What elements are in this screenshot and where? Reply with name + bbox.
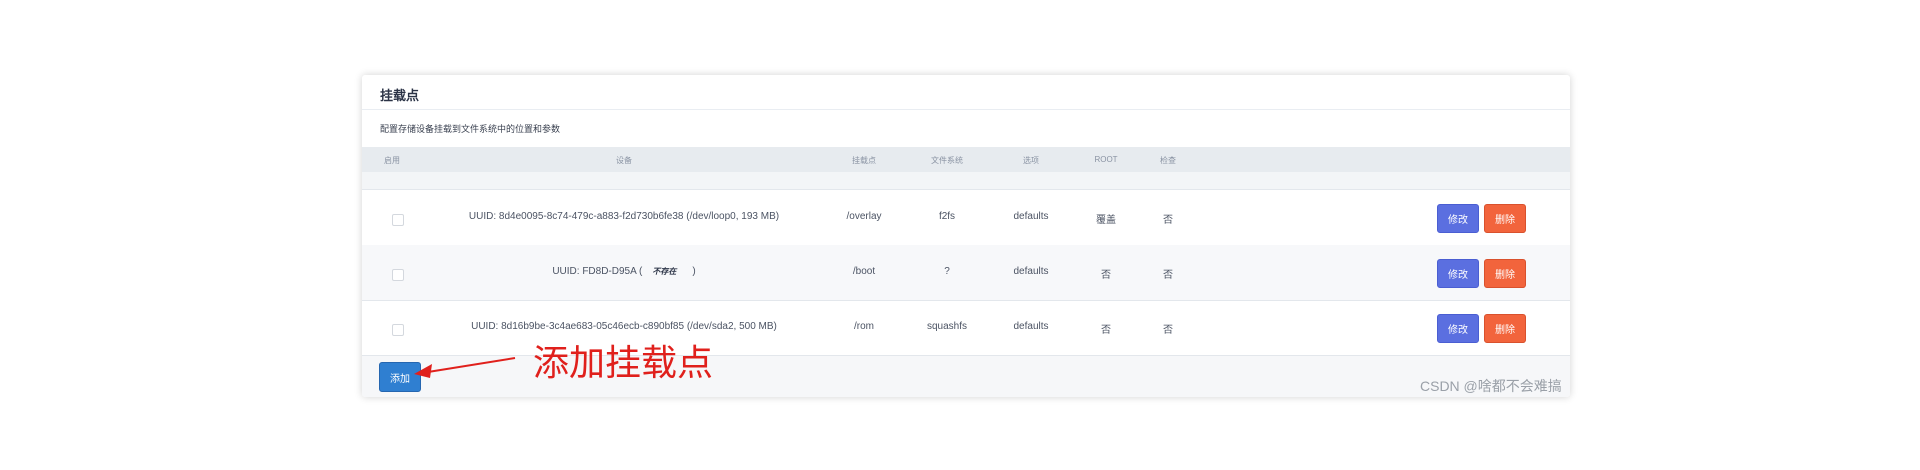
delete-button[interactable]: 删除 <box>1484 314 1526 343</box>
enable-checkbox[interactable] <box>392 324 404 336</box>
filesystem-cell: squashfs <box>926 321 968 332</box>
enable-checkbox[interactable] <box>392 214 404 226</box>
delete-button[interactable]: 删除 <box>1484 204 1526 233</box>
device-suffix: ) <box>692 266 696 277</box>
edit-button[interactable]: 修改 <box>1437 204 1479 233</box>
root-cell: 覆盖 <box>1096 215 1116 226</box>
root-cell: 否 <box>1101 325 1111 336</box>
header-root: ROOT <box>1094 155 1118 164</box>
device-cell: UUID: 8d16b9be-3c4ae683-05c46ecb-c890bf8… <box>471 321 777 332</box>
header-device: 设备 <box>616 156 632 165</box>
header-check: 检查 <box>1160 156 1176 165</box>
table-row: UUID: FD8D-D95A ( 不存在) /boot ? defaults 否… <box>362 245 1570 301</box>
missing-device-tag: 不存在 <box>652 267 677 276</box>
enable-checkbox[interactable] <box>392 269 404 281</box>
panel-description: 配置存储设备挂载到文件系统中的位置和参数 <box>380 124 561 134</box>
header-filesystem: 文件系统 <box>931 156 963 165</box>
device-cell: UUID: 8d4e0095-8c74-479c-a883-f2d730b6fe… <box>468 211 780 222</box>
delete-button[interactable]: 删除 <box>1484 259 1526 288</box>
table-row: UUID: 8d4e0095-8c74-479c-a883-f2d730b6fe… <box>362 190 1570 246</box>
mountpoint-cell: /overlay <box>846 211 882 222</box>
header-options: 选项 <box>1023 156 1039 165</box>
check-cell: 否 <box>1163 270 1173 281</box>
filesystem-cell: ? <box>944 266 950 277</box>
root-cell: 否 <box>1101 270 1111 281</box>
filesystem-cell: f2fs <box>938 211 956 222</box>
edit-button[interactable]: 修改 <box>1437 314 1479 343</box>
page: 挂载点 配置存储设备挂载到文件系统中的位置和参数 启用 设备 挂载点 文件系统 … <box>0 0 1920 470</box>
device-prefix: UUID: FD8D-D95A ( <box>552 266 643 277</box>
panel-title: 挂载点 <box>380 88 420 103</box>
options-cell: defaults <box>1013 266 1049 277</box>
annotation-arrow-icon <box>414 357 516 378</box>
mountpoint-cell: /rom <box>854 321 874 332</box>
header-enable: 启用 <box>384 156 400 165</box>
table-header: 启用 设备 挂载点 文件系统 选项 ROOT 检查 <box>362 147 1570 172</box>
watermark: CSDN @啥都不会难搞 <box>1420 378 1562 394</box>
edit-button[interactable]: 修改 <box>1437 259 1479 288</box>
annotation-label: 添加挂载点 <box>533 342 714 383</box>
header-mountpoint: 挂载点 <box>852 156 876 165</box>
table-spacer-row <box>362 172 1570 190</box>
mountpoint-cell: /boot <box>852 266 876 277</box>
device-cell: UUID: FD8D-D95A ( 不存在) <box>552 266 695 277</box>
panel-header: 挂载点 <box>362 75 1570 110</box>
check-cell: 否 <box>1163 215 1173 226</box>
options-cell: defaults <box>1013 321 1049 332</box>
options-cell: defaults <box>1013 211 1049 222</box>
check-cell: 否 <box>1163 325 1173 336</box>
